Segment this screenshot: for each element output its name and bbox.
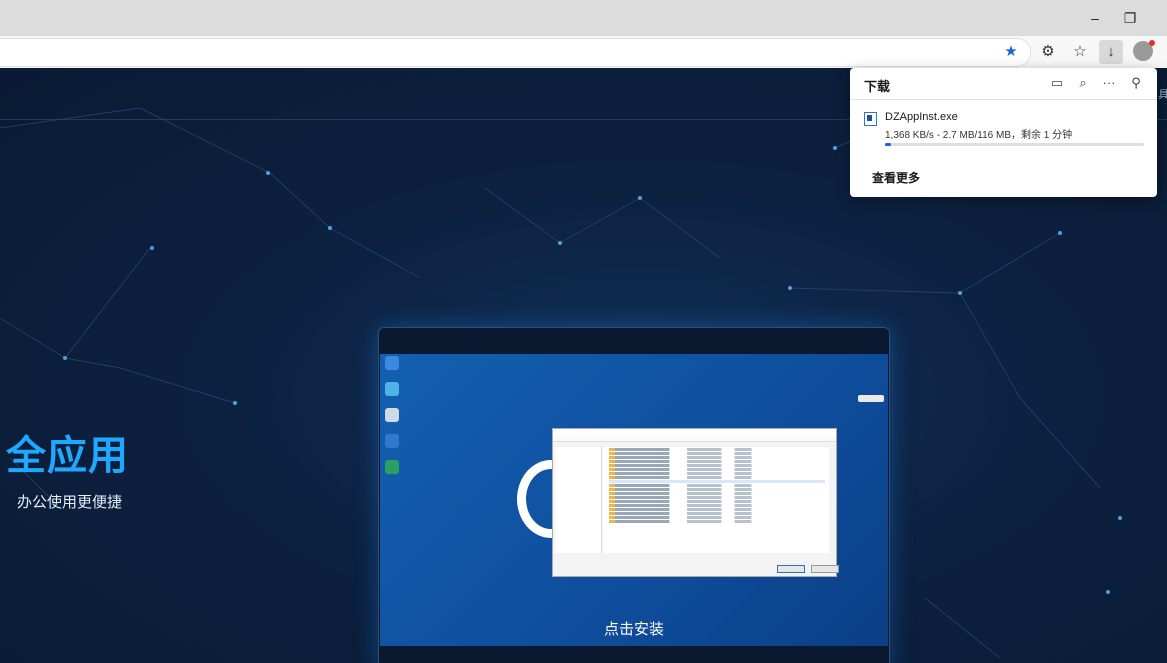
downloads-panel: 下载 ▭ ⌕ ··· ⚲ DZAppInst.exe 1,368 KB/s - …	[850, 68, 1157, 197]
more-options-icon[interactable]: ···	[1099, 74, 1119, 92]
exe-file-icon	[864, 112, 877, 126]
downloads-icon[interactable]: ↓	[1099, 40, 1123, 64]
extensions-icon[interactable]: ⚙	[1036, 40, 1060, 64]
browser-toolbar: ★ ⚙ ☆ ↓	[0, 36, 1167, 69]
page-edge-text: 具	[1158, 89, 1167, 101]
dialog-footer	[555, 557, 839, 574]
restore-button[interactable]: ❐	[1116, 6, 1144, 30]
hero-subtitle: 办公使用更便捷	[17, 494, 123, 511]
desktop-icon	[385, 460, 399, 474]
profile-avatar[interactable]	[1133, 40, 1155, 61]
favorite-star-icon[interactable]: ★	[999, 40, 1023, 64]
dialog-file-list	[603, 447, 829, 553]
dialog-confirm-button	[777, 565, 805, 573]
pin-icon[interactable]: ⚲	[1126, 74, 1146, 92]
download-progress-bar	[885, 143, 1144, 146]
downloads-panel-title: 下载	[864, 79, 891, 94]
download-file-name[interactable]: DZAppInst.exe	[885, 111, 958, 123]
hero-title: 全应用	[6, 434, 129, 478]
open-folder-icon[interactable]: ▭	[1047, 74, 1067, 92]
desktop-icon	[385, 356, 399, 370]
download-status: 1,368 KB/s - 2.7 MB/116 MB，剩余 1 分钟	[885, 130, 1073, 141]
browser-title-bar: – ❐	[0, 0, 1167, 36]
address-bar[interactable]	[0, 38, 1031, 67]
panel-divider	[850, 99, 1157, 100]
see-more-link[interactable]: 查看更多	[872, 169, 920, 186]
desktop-icon	[385, 434, 399, 448]
dialog-nav-pane	[555, 447, 602, 553]
tray-popup-image	[858, 395, 884, 402]
install-demo-screenshot: 点击安装	[378, 327, 890, 663]
minimize-button[interactable]: –	[1081, 6, 1109, 30]
search-icon[interactable]: ⌕	[1073, 74, 1093, 92]
desktop-icon	[385, 382, 399, 396]
windows-desktop-image: 点击安装	[380, 354, 888, 646]
download-progress-fill	[885, 143, 891, 146]
install-caption: 点击安装	[603, 621, 664, 638]
favorites-icon[interactable]: ☆	[1068, 40, 1092, 64]
recycle-bin-icon	[385, 408, 399, 422]
file-dialog-image	[552, 428, 839, 577]
dialog-address-bar	[553, 435, 836, 442]
dialog-cancel-button	[811, 565, 839, 573]
